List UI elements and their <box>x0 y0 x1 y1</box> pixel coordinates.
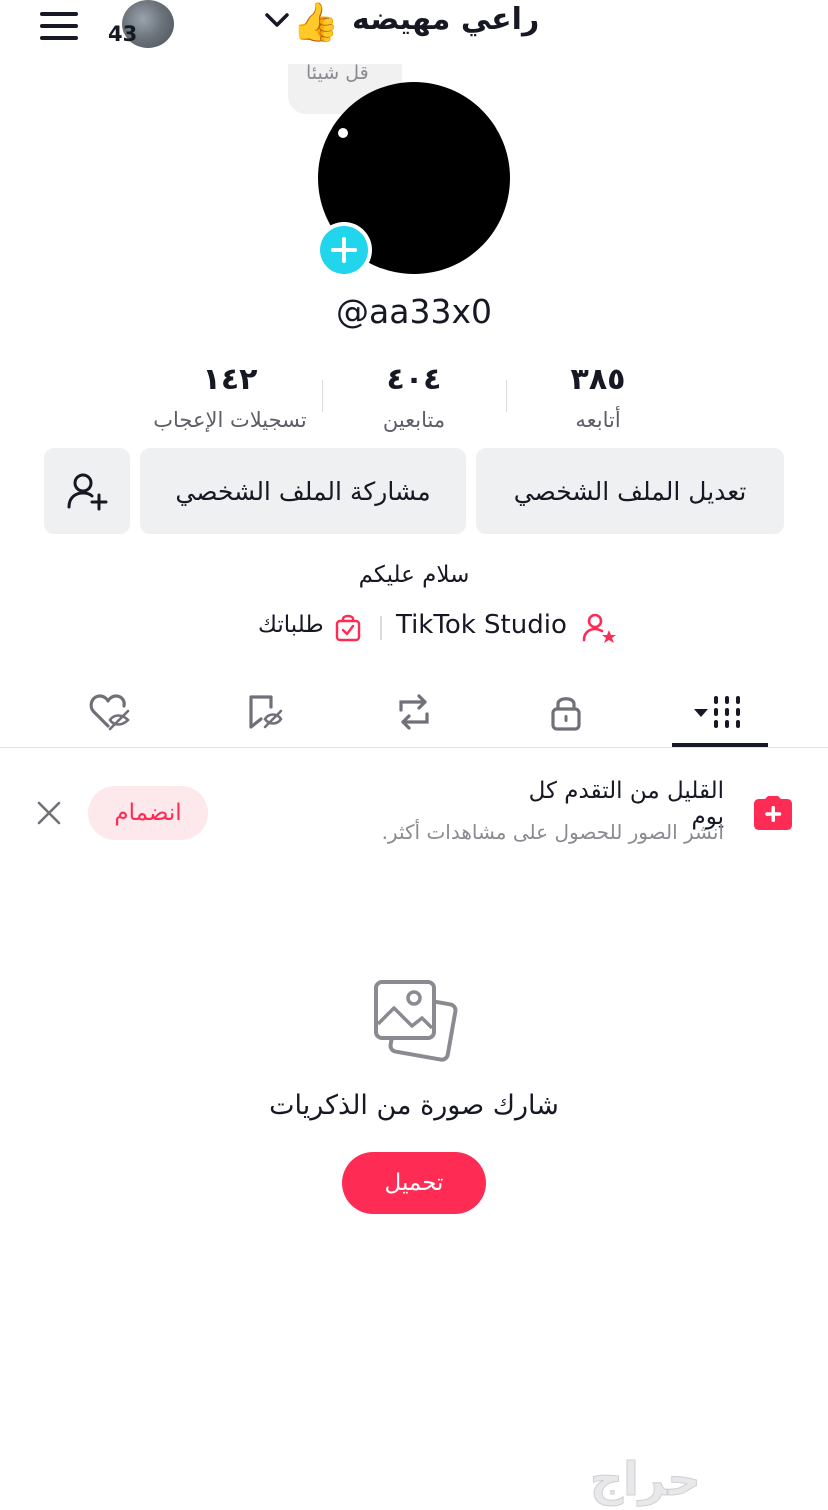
following-count[interactable]: ٣٨٥ <box>508 362 688 397</box>
followers-count[interactable]: ٤٠٤ <box>324 362 504 397</box>
share-profile-button[interactable]: مشاركة الملف الشخصي <box>140 448 466 534</box>
add-story-button[interactable] <box>316 222 372 278</box>
empty-state-title: شارك صورة من الذكريات <box>269 1090 559 1121</box>
profile-bio: سلام عليكم <box>358 562 470 588</box>
thought-placeholder: قل شيئا <box>306 62 369 84</box>
photo-post-icon <box>754 796 792 830</box>
hamburger-menu-icon[interactable] <box>40 10 80 40</box>
following-label: أتابعه <box>575 408 621 432</box>
photos-icon <box>374 980 458 1062</box>
thought-bubble-dot <box>338 128 348 138</box>
creator-star-icon[interactable] <box>582 612 616 644</box>
lock-icon <box>551 697 581 731</box>
grid-icon <box>694 696 740 728</box>
thumbs-up-emoji: 👍 <box>292 0 340 44</box>
shopping-bag-icon[interactable] <box>334 612 362 642</box>
tab-liked[interactable] <box>70 684 150 740</box>
tab-videos[interactable] <box>680 684 760 740</box>
tab-private[interactable] <box>526 684 606 740</box>
tiktok-studio-link[interactable]: TikTok Studio <box>396 610 567 640</box>
edit-profile-label: تعديل الملف الشخصي <box>513 476 747 506</box>
followers-label: متابعين <box>382 408 446 432</box>
add-user-icon <box>67 473 108 511</box>
display-name[interactable]: راعي مهيضه <box>352 2 539 37</box>
chevron-down-icon[interactable] <box>264 10 290 30</box>
watermark-logo: حراج <box>590 1452 701 1507</box>
likes-label: تسجيلات الإعجاب <box>153 408 307 432</box>
edit-profile-button[interactable]: تعديل الملف الشخصي <box>476 448 784 534</box>
heart-hidden-icon <box>89 694 130 731</box>
upload-button[interactable]: تحميل <box>342 1152 486 1214</box>
username: @aa33x0 <box>336 292 492 331</box>
upload-label: تحميل <box>384 1170 444 1196</box>
orders-link[interactable]: طلباتك <box>258 612 324 638</box>
bookmark-hidden-icon <box>249 695 283 729</box>
close-icon[interactable] <box>32 796 66 830</box>
tab-favorites[interactable] <box>224 684 304 740</box>
likes-count[interactable]: ١٤٢ <box>140 362 320 397</box>
join-button[interactable]: انضمام <box>88 786 208 840</box>
add-friend-button[interactable] <box>44 448 130 534</box>
story-count-badge: 43 <box>108 22 138 46</box>
join-label: انضمام <box>114 800 182 826</box>
share-profile-label: مشاركة الملف الشخصي <box>175 476 431 506</box>
plus-icon <box>320 226 368 274</box>
tab-divider <box>0 747 828 748</box>
banner-subtitle: انشر الصور للحصول على مشاهدات أكثر. <box>381 820 724 844</box>
link-divider <box>380 616 382 640</box>
repost-icon <box>399 694 429 730</box>
tab-reposts[interactable] <box>374 684 454 740</box>
